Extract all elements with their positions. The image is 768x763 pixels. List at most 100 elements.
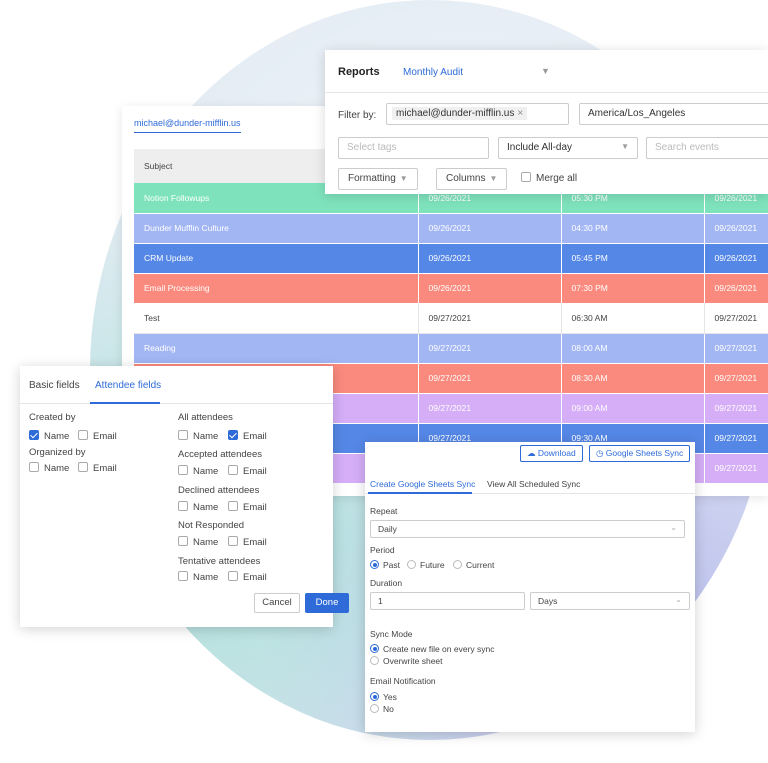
done-button[interactable]: Done [305,593,349,613]
duration-unit-select[interactable]: Days ⌄ [530,592,690,610]
sheets-sync-button[interactable]: ◷ Google Sheets Sync [589,445,691,462]
table-cell-date: 09/26/2021 [418,273,562,304]
duration-input[interactable]: 1 [370,592,525,610]
radio-icon [407,560,416,569]
repeat-select[interactable]: Daily ⌄ [370,520,685,538]
filter-label: Filter by: [338,110,377,121]
report-selector[interactable]: Monthly Audit [403,67,463,78]
tentative-name-checkbox[interactable]: Name [178,571,218,583]
all-attendees-name-checkbox[interactable]: Name [178,430,218,442]
tentative-attendees-label: Tentative attendees [178,556,261,567]
option-label: Overwrite sheet [383,656,443,666]
timezone-select[interactable]: America/Los_Angeles [579,103,768,125]
all-day-select[interactable]: Include All-day ▼ [498,137,638,159]
not-responded-label: Not Responded [178,520,245,531]
chevron-down-icon: ▼ [399,174,408,183]
account-tab[interactable]: michael@dunder-mifflin.us [134,118,241,133]
tab-create-sync[interactable]: Create Google Sheets Sync [370,479,475,489]
option-label: Name [193,431,219,442]
table-row[interactable]: Dunder Mufflin Culture 09/26/2021 04:30 PM… [134,213,768,244]
table-cell-time: 09:00 AM [561,393,705,424]
table-row[interactable]: Reading 09/27/2021 08:00 AM 09/27/2021 [134,333,768,364]
fields-dialog: Basic fields Attendee fields Created by … [20,366,349,627]
tags-select[interactable]: Select tags [338,137,489,159]
all-attendees-email-checkbox[interactable]: Email [228,430,267,442]
option-label: No [383,704,394,714]
declined-email-checkbox[interactable]: Email [228,501,267,513]
period-past-radio[interactable]: Past [370,560,400,570]
checkbox-icon [228,571,238,581]
checkbox-icon [29,462,39,472]
table-row[interactable]: Test 09/27/2021 06:30 AM 09/27/2021 [134,303,768,334]
download-button[interactable]: ☁ Download [520,445,583,462]
tab-attendee-fields[interactable]: Attendee fields [95,380,161,391]
checkbox-icon [228,465,238,475]
table-cell-time: 04:30 PM [561,213,705,244]
checkbox-icon [78,462,88,472]
columns-button[interactable]: Columns ▼ [436,168,508,190]
cancel-button[interactable]: Cancel [254,593,300,613]
checkbox-icon [228,501,238,511]
table-cell-date: 09/26/2021 [418,213,562,244]
option-label: Name [193,537,219,548]
option-label: Create new file on every sync [383,644,495,654]
table-cell-time: 06:30 AM [561,303,705,334]
table-cell-date2: 09/27/2021 [704,363,768,394]
organized-by-email-checkbox[interactable]: Email [78,462,117,474]
option-label: Future [420,560,445,570]
declined-name-checkbox[interactable]: Name [178,501,218,513]
not-responded-email-checkbox[interactable]: Email [228,536,267,548]
all-attendees-label: All attendees [178,412,233,423]
table-row[interactable]: CRM Update 09/26/2021 05:45 PM 09/26/2021 [134,243,768,274]
option-label: Yes [383,692,397,702]
sync-mode-new-radio[interactable]: Create new file on every sync [370,644,495,654]
period-current-radio[interactable]: Current [453,560,494,570]
search-input[interactable]: Search events [646,137,768,159]
reports-title: Reports [338,66,380,78]
duration-unit-value: Days [538,596,558,606]
checkbox-icon [178,501,188,511]
sheets-sync-label: Google Sheets Sync [605,448,684,458]
filter-account-input[interactable]: michael@dunder-mifflin.us × [386,103,569,125]
email-no-radio[interactable]: No [370,704,394,714]
table-row[interactable]: Email Processing 09/26/2021 07:30 PM 09/26/… [134,273,768,304]
filter-chip: michael@dunder-mifflin.us × [392,107,528,120]
close-icon[interactable]: × [517,108,523,119]
option-label: Email [93,431,117,442]
option-label: Email [243,537,267,548]
filter-chip-label: michael@dunder-mifflin.us [396,108,515,119]
created-by-email-checkbox[interactable]: Email [78,430,117,442]
reports-panel: Reports Monthly Audit ▼ Filter by: micha… [325,50,768,194]
tab-view-scheduled[interactable]: View All Scheduled Sync [487,479,580,489]
sync-mode-overwrite-radio[interactable]: Overwrite sheet [370,656,443,666]
accepted-name-checkbox[interactable]: Name [178,465,218,477]
table-cell-date: 09/27/2021 [418,303,562,334]
checkbox-checked-icon [29,430,39,440]
tab-basic-fields[interactable]: Basic fields [29,380,80,391]
option-label: Email [243,572,267,583]
merge-all-checkbox[interactable]: Merge all [521,172,577,184]
accepted-attendees-label: Accepted attendees [178,449,262,460]
not-responded-name-checkbox[interactable]: Name [178,536,218,548]
period-future-radio[interactable]: Future [407,560,445,570]
repeat-label: Repeat [370,506,398,516]
formatting-button[interactable]: Formatting ▼ [338,168,418,190]
table-cell-date2: 09/26/2021 [704,273,768,304]
option-label: Name [44,431,70,442]
organized-by-name-checkbox[interactable]: Name [29,462,69,474]
chevron-down-icon[interactable]: ▼ [541,66,550,76]
option-label: Name [44,463,70,474]
accepted-email-checkbox[interactable]: Email [228,465,267,477]
formatting-label: Formatting [348,173,396,184]
created-by-name-checkbox[interactable]: Name [29,430,69,442]
chevron-down-icon: ⌄ [675,595,682,604]
table-cell-date2: 09/27/2021 [704,333,768,364]
tentative-email-checkbox[interactable]: Email [228,571,267,583]
radio-selected-icon [370,692,379,701]
option-label: Name [193,466,219,477]
email-yes-radio[interactable]: Yes [370,692,397,702]
table-cell-subject: Reading [134,333,419,364]
active-tab-indicator [368,492,472,494]
declined-attendees-label: Declined attendees [178,485,260,496]
radio-icon [370,704,379,713]
